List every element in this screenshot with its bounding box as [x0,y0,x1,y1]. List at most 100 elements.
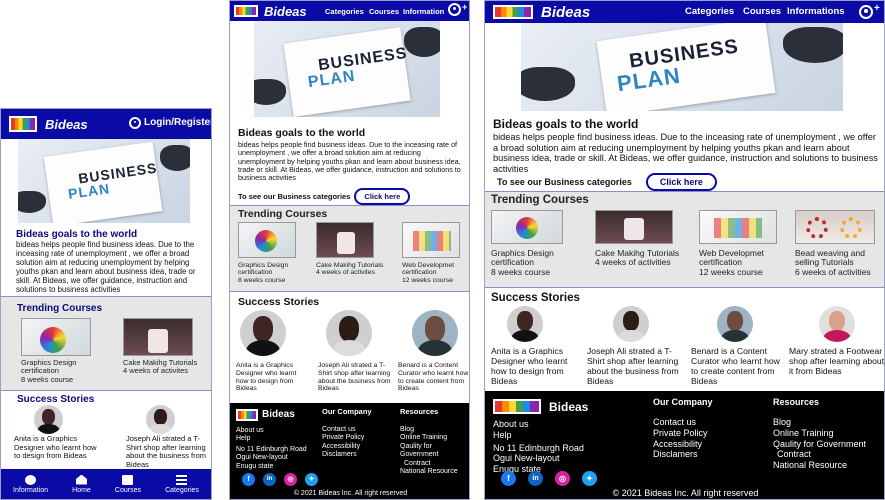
twitter-icon[interactable]: ✦ [305,473,318,486]
resources-link[interactable]: Contract [773,449,884,460]
course-card-cake[interactable]: Cake Makihg Tutorials 4 weeks of activit… [316,222,390,277]
about-link[interactable]: About us [493,419,584,430]
login-register-link[interactable]: Login/Register [144,117,211,128]
course-card-bead[interactable]: Bead weaving and selling Tutorials 6 wee… [795,210,884,277]
click-here-button[interactable]: Click here [354,188,411,205]
course-name: Graphics Design certification [21,358,77,376]
course-name: Bead weaving and selling Tutorials [795,248,865,268]
story-anita[interactable]: Anita is a Graphics Designer who learnt … [236,310,308,393]
brand-name[interactable]: Bideas [45,117,88,132]
avatar [819,306,855,342]
bottom-nav-categories[interactable]: Categories [165,474,199,494]
twitter-icon[interactable]: ✦ [582,471,597,486]
resources-link[interactable]: Qaulity for Government [773,439,884,450]
company-link[interactable]: Contact us [322,426,372,434]
company-title: Our Company [322,407,372,416]
bottom-nav-home[interactable]: Home [72,474,91,494]
brand-logo[interactable] [9,116,37,132]
course-card-graphics[interactable]: Graphics Design certification 8 weeks co… [238,222,304,284]
facebook-icon[interactable]: f [501,471,516,486]
instagram-icon[interactable]: ◎ [555,471,570,486]
resources-link[interactable]: Blog [400,426,469,434]
story-anita[interactable]: Anita is a Graphics Designer who learnt … [14,405,104,461]
home-icon [75,474,87,485]
about-link[interactable]: About us [236,427,307,435]
course-card-graphics[interactable]: Graphics Design certification 8 weeks co… [491,210,587,277]
instagram-icon[interactable]: ◎ [284,473,297,486]
linkedin-icon[interactable]: in [263,473,276,486]
top-nav: Bideas Categories Courses Informations + [485,1,884,23]
course-card-web[interactable]: Web Developmet certification 12 weeks co… [402,222,469,284]
brand-logo[interactable] [234,5,258,17]
categories-prompt: To see our Business categories [497,177,632,187]
resources-link[interactable]: Online Training [773,428,884,439]
course-thumb-web [402,222,460,258]
company-link[interactable]: Accessibility [322,443,372,451]
story-benard[interactable]: Benard is a Content Curator who learnt h… [398,310,469,393]
story-joseph[interactable]: Joseph Ali strated a T-Shirt shop after … [318,310,398,393]
course-detail: 4 weeks of activites [123,366,189,376]
company-link[interactable]: Disclamers [322,451,372,459]
stories-title: Success Stories [238,296,320,308]
user-icon[interactable] [448,3,461,16]
categories-row: To see our Business categories Click her… [497,173,717,191]
goals-title: Bideas goals to the world [16,229,138,240]
resources-link[interactable]: Qaulity for Government [400,443,469,460]
linkedin-icon[interactable]: in [528,471,543,486]
help-link[interactable]: Help [236,435,307,443]
copyright: © 2021 Bideas Inc. All right reserved [612,488,759,498]
click-here-button[interactable]: Click here [645,173,717,191]
resources-link[interactable]: Contract [400,460,469,468]
company-column: Our Company Contact us Private Policy Ac… [322,407,372,460]
footer-logo [236,409,258,421]
avatar [717,306,753,342]
resources-link[interactable]: Blog [773,417,884,428]
course-card-web[interactable]: Web Developmet certification 12 weeks co… [699,210,789,277]
nav-courses[interactable]: Courses [369,7,399,16]
nav-categories[interactable]: Categories [325,7,364,16]
brand-logo[interactable] [493,5,533,19]
story-joseph[interactable]: Joseph Ali strated a T-Shirt shop after … [126,405,211,470]
nav-courses[interactable]: Courses [743,6,781,17]
company-link[interactable]: Disclamers [653,449,713,460]
course-detail: 6 weeks of activities [795,266,871,277]
resources-link[interactable]: National Resource [773,460,884,471]
tablet-view: Bideas Categories Courses Information + … [229,0,470,500]
plus-icon[interactable]: + [462,2,467,12]
nav-categories[interactable]: Categories [685,6,734,17]
story-text: Joseph Ali strated a T-Shirt shop after … [587,346,679,386]
company-link[interactable]: Contact us [653,417,713,428]
nav-informations[interactable]: Informations [787,6,845,17]
course-card-cake[interactable]: Cake Makihg Tutorials 4 weeks of activit… [123,318,203,376]
story-benard[interactable]: Benard is a Content Curator who learnt h… [691,306,787,387]
bottom-nav-courses[interactable]: Courses [115,474,141,494]
course-detail: 8 weeks course [491,266,551,277]
user-icon[interactable] [129,117,141,129]
story-text: Anita is a Graphics Designer who learnt … [236,362,297,393]
story-anita[interactable]: Anita is a Graphics Designer who learnt … [491,306,585,387]
brand-name[interactable]: Bideas [541,4,590,21]
avatar [146,405,175,434]
user-icon[interactable] [859,5,873,19]
company-link[interactable]: Private Policy [322,434,372,442]
story-mary[interactable]: Mary strated a Footwear shop after learn… [789,306,884,377]
company-link[interactable]: Accessibility [653,439,713,450]
resources-link[interactable]: Online Training [400,434,469,442]
resources-title: Resources [400,407,439,416]
course-card-cake[interactable]: Cake Makihg Tutorials 4 weeks of activit… [595,210,695,268]
company-link[interactable]: Private Policy [653,428,713,439]
resources-link[interactable]: National Resource [400,468,469,476]
info-icon [25,474,37,485]
trending-courses-section: Trending Courses Graphics Design certifi… [1,296,211,390]
nav-information[interactable]: Information [403,7,444,16]
plus-icon[interactable]: + [874,3,880,14]
bottom-nav-information[interactable]: Information [13,474,48,494]
course-card-graphics[interactable]: Graphics Design certification 8 weeks co… [21,318,96,384]
story-joseph[interactable]: Joseph Ali strated a T-Shirt shop after … [587,306,687,387]
categories-prompt: To see our Business categories [238,192,351,201]
facebook-icon[interactable]: f [242,473,255,486]
help-link[interactable]: Help [493,430,584,441]
footer-brand: Bideas [549,400,589,414]
course-thumb-graphics [238,222,296,258]
brand-name[interactable]: Bideas [264,4,307,19]
